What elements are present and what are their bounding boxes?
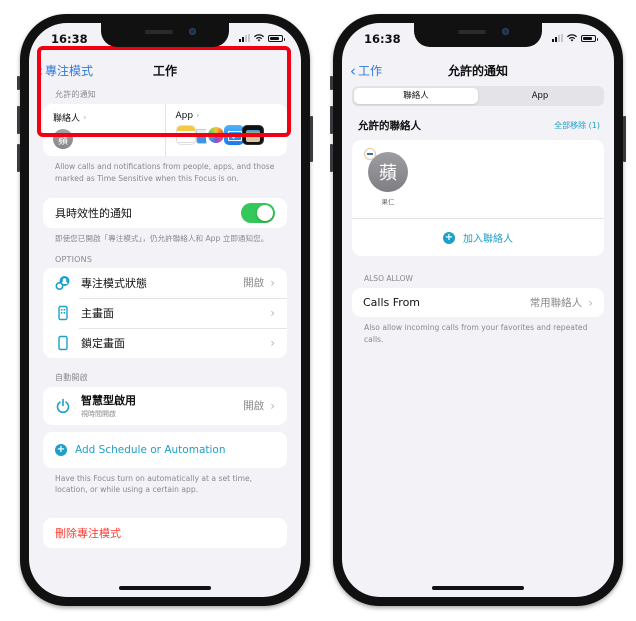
time-sensitive-card: 具時效性的通知 — [43, 198, 287, 228]
also-allow-header: ALSO ALLOW — [364, 274, 413, 283]
calls-from-row[interactable]: Calls From 常用聯絡人 › — [352, 288, 604, 317]
battery-icon — [581, 34, 598, 42]
camera-icon — [189, 28, 196, 35]
allowed-content: 聯絡人 App 允許的聯絡人 全部移除 (1) 蘋 果仁 + 加入聯絡人 ALS… — [342, 86, 614, 597]
allowed-people-title: 允許的聯絡人 — [358, 119, 421, 132]
plus-circle-icon: + — [55, 443, 67, 456]
option-label: 主畫面 — [81, 306, 114, 320]
smart-activation-row[interactable]: 智慧型啟用 視時間開啟 開啟 › — [43, 387, 287, 425]
time-sensitive-row: 具時效性的通知 — [43, 198, 287, 228]
nav-bar: ‹ 工作 允許的通知 — [342, 59, 614, 83]
allowed-people-card: 蘋 果仁 + 加入聯絡人 — [352, 140, 604, 256]
battery-icon — [268, 34, 285, 42]
add-contact-button[interactable]: + 加入聯絡人 — [352, 218, 604, 256]
status-time: 16:38 — [51, 32, 88, 46]
calls-from-card: Calls From 常用聯絡人 › — [352, 288, 604, 317]
power-button — [623, 116, 626, 162]
screen-focus-settings: 16:38 ‹ 專注模式 工作 允許的通知 聯絡人 › 蘋 App › Allo… — [29, 23, 301, 597]
highlight-annotation — [37, 46, 291, 137]
wifi-icon — [254, 34, 264, 42]
auto-on-footer: Have this Focus turn on automatically at… — [55, 473, 253, 495]
option-label: 專注模式狀態 — [81, 276, 147, 290]
delete-focus-button[interactable]: 刪除專注模式 — [43, 518, 287, 548]
allowed-people-header: 允許的聯絡人 全部移除 (1) — [342, 116, 614, 134]
segmented-control: 聯絡人 App — [352, 86, 604, 106]
delete-card: 刪除專注模式 — [43, 517, 287, 548]
smart-activation-card: 智慧型啟用 視時間開啟 開啟 › — [43, 386, 287, 425]
add-schedule-button[interactable]: + Add Schedule or Automation — [43, 432, 287, 468]
contact-name: 果仁 — [381, 198, 395, 206]
chevron-right-icon: › — [270, 398, 275, 413]
chevron-right-icon: › — [270, 275, 275, 290]
segment-apps[interactable]: App — [478, 88, 602, 104]
phone-left: 16:38 ‹ 專注模式 工作 允許的通知 聯絡人 › 蘋 App › Allo… — [17, 14, 313, 606]
minus-circle-icon[interactable] — [364, 148, 376, 160]
volume-up-button — [330, 106, 333, 134]
delete-focus-label: 刪除專注模式 — [55, 526, 121, 540]
segment-people[interactable]: 聯絡人 — [354, 88, 478, 104]
chevron-right-icon: › — [270, 305, 275, 320]
settings-content: 允許的通知 聯絡人 › 蘋 App › Allow calls and noti… — [29, 87, 301, 597]
option-row-lock-screen[interactable]: 鎖定畫面 › — [43, 327, 287, 358]
option-row-home-screen[interactable]: 主畫面 › — [43, 297, 287, 328]
also-allow-footer: Also allow incoming calls from your favo… — [364, 323, 588, 344]
page-title: 允許的通知 — [447, 64, 508, 78]
home-screen-icon — [55, 305, 71, 321]
auto-on-header: 自動開啟 — [55, 372, 88, 382]
add-contact-label: 加入聯絡人 — [463, 234, 513, 245]
option-row-focus-status[interactable]: 專注模式狀態 開啟 › — [43, 268, 287, 298]
mute-switch — [17, 76, 20, 90]
time-sensitive-label: 具時效性的通知 — [55, 207, 132, 220]
volume-down-button — [17, 144, 20, 172]
calls-from-label: Calls From — [363, 296, 421, 309]
plus-circle-icon: + — [443, 231, 455, 244]
power-icon — [55, 398, 71, 414]
camera-icon — [502, 28, 509, 35]
volume-down-button — [330, 144, 333, 172]
time-sensitive-toggle[interactable] — [241, 203, 275, 223]
mute-switch — [330, 76, 333, 90]
phone-right: 16:38 ‹ 工作 允許的通知 聯絡人 App 允許的聯絡人 全部移除 (1)… — [330, 14, 626, 606]
focus-status-icon — [55, 275, 71, 291]
calls-from-value: 常用聯絡人 — [529, 297, 583, 309]
time-sensitive-footer: 即使您已開啟「專注模式」，仍允許聯絡人和 App 立即通知您。 — [55, 234, 269, 243]
options-header: OPTIONS — [55, 254, 93, 264]
smart-activation-label: 智慧型啟用 — [81, 394, 136, 407]
home-indicator — [432, 586, 524, 590]
contact-grid: 蘋 果仁 — [352, 140, 604, 218]
power-button — [310, 116, 313, 162]
allowed-notifications-footer: Allow calls and notifications from peopl… — [55, 162, 275, 183]
chevron-right-icon: › — [588, 295, 593, 310]
wifi-icon — [567, 34, 577, 42]
options-card: 專注模式狀態 開啟 › 主畫面 › 鎖定畫面 › — [43, 267, 287, 358]
status-time: 16:38 — [364, 32, 401, 46]
smart-activation-subtitle: 視時間開啟 — [81, 410, 116, 418]
contact-item[interactable]: 蘋 果仁 — [364, 148, 408, 206]
home-indicator — [119, 586, 211, 590]
notch — [414, 23, 542, 47]
add-schedule-card: + Add Schedule or Automation — [43, 431, 287, 468]
option-label: 鎖定畫面 — [81, 336, 125, 350]
remove-all-button[interactable]: 全部移除 (1) — [554, 120, 600, 131]
add-schedule-label: Add Schedule or Automation — [75, 443, 226, 456]
stage: 16:38 ‹ 專注模式 工作 允許的通知 聯絡人 › 蘋 App › Allo… — [0, 0, 636, 621]
volume-up-button — [17, 106, 20, 134]
option-value: 開啟 — [243, 277, 265, 289]
chevron-right-icon: › — [270, 335, 275, 350]
smart-activation-value: 開啟 — [243, 400, 265, 412]
cellular-signal-icon — [239, 34, 250, 42]
screen-allowed-notifications: 16:38 ‹ 工作 允許的通知 聯絡人 App 允許的聯絡人 全部移除 (1)… — [342, 23, 614, 597]
lock-screen-icon — [55, 335, 71, 351]
cellular-signal-icon — [552, 34, 563, 42]
notch — [101, 23, 229, 47]
